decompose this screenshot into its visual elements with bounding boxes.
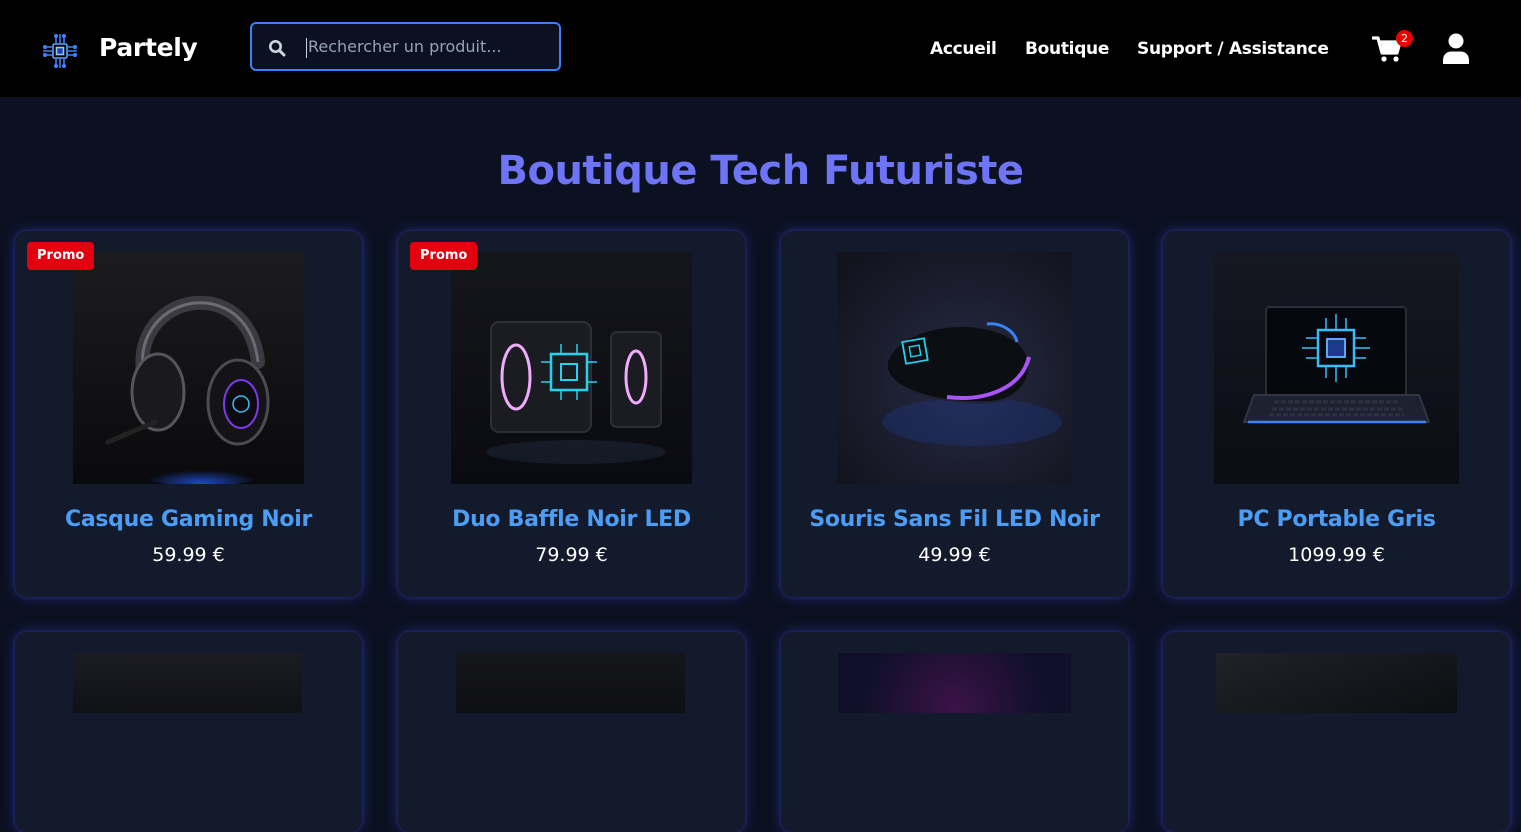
product-name[interactable]: Casque Gaming Noir [15,507,362,532]
promo-badge: Promo [410,242,478,270]
product-price: 1099.99 € [1288,544,1385,566]
product-card[interactable]: PC Portable Gris 1099.99 € [1163,231,1510,597]
promo-badge: Promo [27,242,95,270]
product-card[interactable]: Promo Duo Baffle Noir LED 79.99 € [398,231,745,597]
page-title: Boutique Tech Futuriste [497,148,1024,194]
product-card[interactable] [15,632,362,832]
circuit-chip-icon[interactable] [40,31,80,71]
product-card[interactable]: Promo Casque Gaming Noir 59.99 € [15,231,362,597]
user-icon[interactable] [1442,33,1470,64]
search-icon [269,40,286,57]
gaming-headset-image[interactable] [73,252,304,484]
product-image[interactable] [1216,653,1457,713]
product-price: 79.99 € [535,544,608,566]
top-navbar: Partely Accueil Boutique Support / Assis… [0,0,1521,97]
search-bar[interactable] [250,22,561,71]
nav-link-accueil[interactable]: Accueil [930,39,997,59]
product-name[interactable]: Duo Baffle Noir LED [398,507,745,532]
product-card[interactable] [781,632,1128,832]
text-cursor [306,38,307,58]
brand-name[interactable]: Partely [99,33,198,62]
laptop-image[interactable] [1214,252,1459,484]
product-name[interactable]: PC Portable Gris [1163,507,1510,532]
product-card[interactable] [1163,632,1510,832]
led-speakers-image[interactable] [451,252,692,484]
product-card[interactable]: Souris Sans Fil LED Noir 49.99 € [781,231,1128,597]
product-card[interactable] [398,632,745,832]
nav-link-boutique[interactable]: Boutique [1025,39,1109,59]
wireless-mouse-image[interactable] [837,252,1072,484]
search-input[interactable] [308,24,553,69]
cart-count-badge: 2 [1396,30,1413,47]
product-image[interactable] [73,653,302,713]
nav-link-support[interactable]: Support / Assistance [1137,39,1329,59]
product-price: 59.99 € [152,544,225,566]
product-image[interactable] [456,653,685,713]
product-price: 49.99 € [918,544,991,566]
product-name[interactable]: Souris Sans Fil LED Noir [781,507,1128,532]
product-image[interactable] [838,653,1071,713]
